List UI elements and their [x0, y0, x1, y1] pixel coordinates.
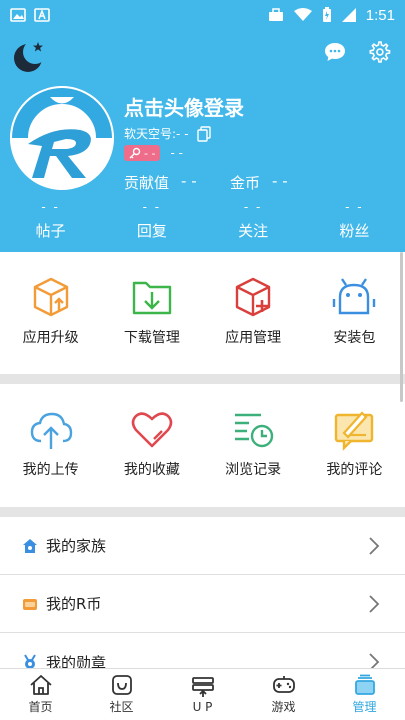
contribution-value: - -: [181, 172, 197, 190]
android-package-icon: [333, 278, 376, 315]
section-divider: [0, 507, 405, 517]
tab-games[interactable]: 游戏: [243, 669, 324, 720]
profile-header: 点击头像登录 软天空号:- - - - - - 贡献值 - - 金币 - - -…: [0, 30, 405, 252]
tile-install-package[interactable]: 安装包: [304, 275, 405, 347]
tile-my-favorites[interactable]: 我的收藏: [101, 407, 202, 479]
status-bar: 1:51: [0, 0, 405, 30]
list-item-label: 我的R币: [46, 595, 102, 613]
badge-value: - -: [144, 146, 156, 160]
copy-icon[interactable]: [196, 125, 211, 142]
tab-label: 社区: [109, 700, 134, 714]
coins-label: 金币: [230, 174, 261, 192]
count-replies[interactable]: - - 回复: [101, 200, 202, 241]
tile-label: 下载管理: [123, 330, 180, 346]
tab-manage[interactable]: 管理: [324, 669, 405, 720]
login-prompt[interactable]: 点击头像登录: [124, 92, 244, 121]
list-item-family[interactable]: 我的家族: [0, 517, 405, 575]
count-value: - -: [41, 200, 60, 214]
count-value: - -: [345, 200, 364, 214]
key-icon: [129, 147, 141, 159]
avatar[interactable]: [10, 86, 114, 190]
tile-my-comments[interactable]: 我的评论: [304, 407, 405, 479]
coins-value: - -: [272, 172, 288, 190]
coin-icon: [23, 598, 37, 610]
app-box-plus-icon: [235, 277, 271, 317]
tile-app-manager[interactable]: 应用管理: [203, 275, 304, 347]
tile-download-manager[interactable]: 下载管理: [101, 275, 202, 347]
menu-list: 我的家族 我的R币 我的勋章: [0, 517, 405, 691]
count-posts[interactable]: - - 帖子: [0, 200, 101, 241]
message-icon[interactable]: [323, 40, 347, 64]
briefcase-icon: [268, 8, 283, 21]
scrollbar[interactable]: [400, 252, 403, 402]
battery-icon: [322, 7, 331, 22]
tile-history[interactable]: 浏览记录: [203, 407, 304, 479]
gallery-icon: [10, 8, 26, 22]
family-icon: [23, 538, 37, 553]
chevron-right-icon: [369, 536, 380, 555]
tools-grid: 应用升级 下载管理 应用管理 安装包: [0, 275, 405, 347]
comment-pen-icon: [335, 411, 374, 451]
list-item-rcoin[interactable]: 我的R币: [0, 575, 405, 633]
count-label: 粉丝: [339, 222, 370, 240]
status-time: 1:51: [365, 6, 395, 24]
section-divider: [0, 374, 405, 384]
tab-label: U P: [192, 699, 213, 714]
history-list-icon: [235, 413, 274, 448]
font-app-icon: [34, 8, 50, 22]
tile-app-upgrade[interactable]: 应用升级: [0, 275, 101, 347]
up-icon: [191, 676, 214, 697]
home-icon: [29, 675, 52, 695]
contribution-label: 贡献值: [124, 174, 170, 192]
count-label: 帖子: [35, 222, 66, 240]
app-logo-icon: [10, 86, 114, 190]
tile-label: 浏览记录: [225, 462, 282, 478]
chevron-right-icon: [369, 594, 380, 613]
account-label: 软天空号:- -: [124, 127, 189, 141]
upgrade-box-icon: [33, 277, 68, 317]
download-folder-icon: [132, 281, 172, 315]
community-icon: [111, 675, 132, 695]
heart-icon: [131, 412, 173, 448]
tile-label: 应用管理: [225, 330, 282, 346]
tile-label: 安装包: [333, 330, 376, 346]
tab-label: 管理: [352, 700, 377, 714]
signal-icon: [341, 8, 356, 22]
tab-label: 首页: [28, 700, 53, 714]
personal-grid: 我的上传 我的收藏 浏览记录 我的评论: [0, 407, 405, 479]
count-label: 回复: [136, 222, 167, 240]
tile-label: 我的评论: [326, 462, 383, 478]
count-label: 关注: [238, 222, 269, 240]
manage-icon: [354, 674, 375, 695]
count-value: - -: [142, 200, 162, 214]
gamepad-icon: [272, 676, 295, 693]
count-value: - -: [243, 200, 263, 214]
tile-label: 我的上传: [22, 462, 79, 478]
contribution-stat: 贡献值 - -: [124, 172, 197, 193]
count-fans[interactable]: - - 粉丝: [304, 200, 405, 241]
night-mode-icon[interactable]: [12, 40, 46, 74]
wifi-icon: [293, 8, 312, 21]
coins-stat: 金币 - -: [230, 172, 288, 193]
level-badge: - -: [124, 145, 161, 161]
bottom-tab-bar: 首页 社区 U P 游戏 管理: [0, 668, 405, 720]
cloud-upload-icon: [30, 412, 72, 449]
tile-my-uploads[interactable]: 我的上传: [0, 407, 101, 479]
tile-label: 应用升级: [22, 330, 79, 346]
account-id: 软天空号:- -: [124, 125, 211, 142]
tile-label: 我的收藏: [123, 462, 180, 478]
tab-label: 游戏: [271, 700, 296, 714]
list-item-label: 我的家族: [46, 537, 107, 555]
count-following[interactable]: - - 关注: [203, 200, 304, 241]
tab-community[interactable]: 社区: [81, 669, 162, 720]
tab-home[interactable]: 首页: [0, 669, 81, 720]
badge-extra: - -: [170, 146, 183, 160]
settings-gear-icon[interactable]: [367, 40, 391, 64]
tab-up[interactable]: U P: [162, 669, 243, 720]
